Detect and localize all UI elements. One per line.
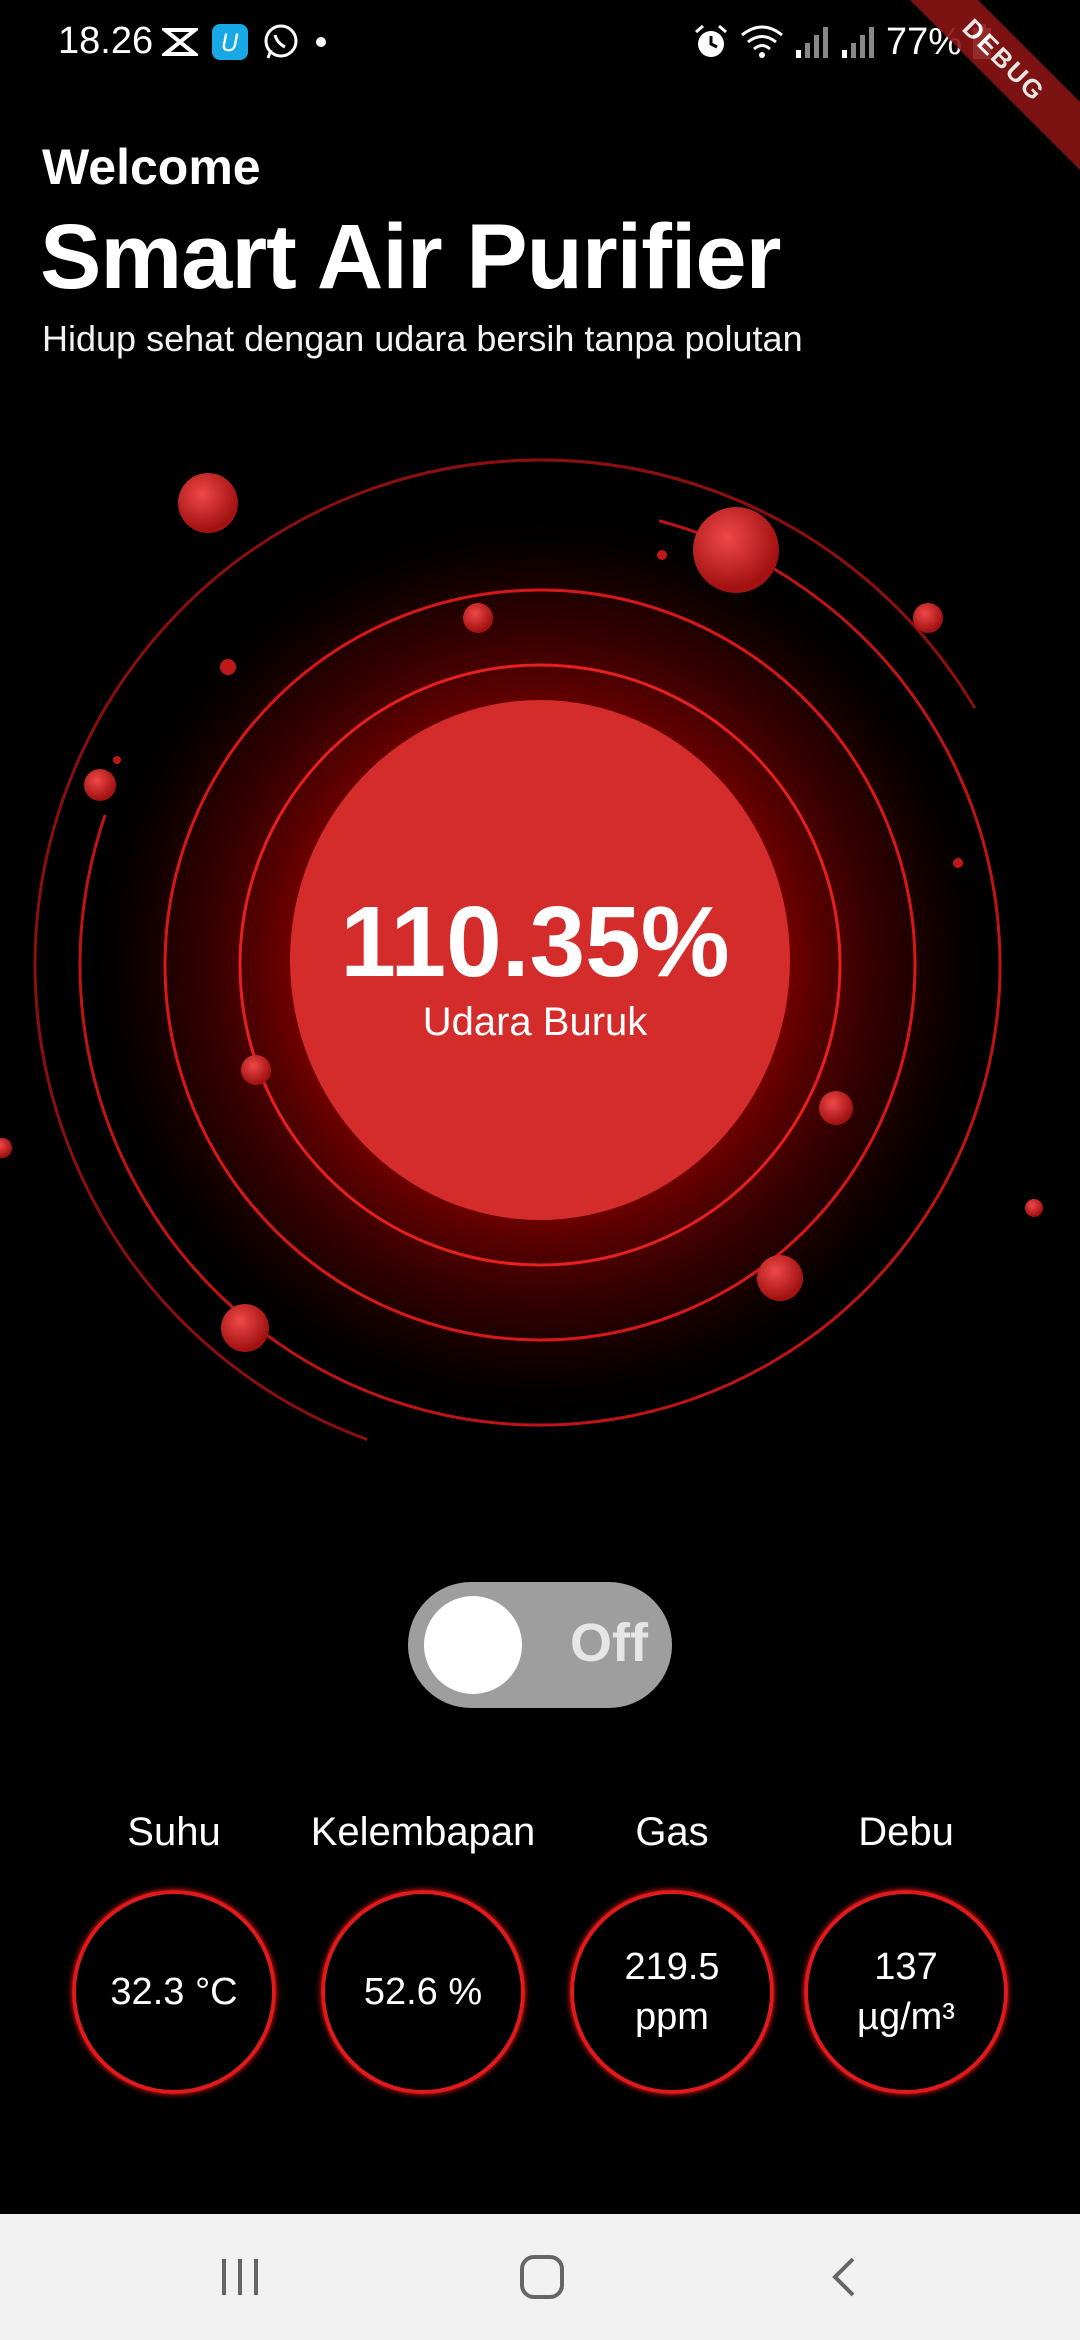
sensor-value-text: 219.5 ppm [624, 1946, 720, 2038]
alarm-icon [694, 24, 727, 57]
u-app-icon: U [212, 24, 248, 60]
svg-text:U: U [221, 29, 239, 57]
air-quality-value: 110.35% [340, 886, 730, 998]
toggle-label: Off [570, 1613, 648, 1673]
signal-icon [841, 27, 874, 58]
sensor-value-text: 32.3 °C [110, 1971, 238, 2013]
home-icon [520, 2255, 564, 2299]
status-time: 18.26 [58, 20, 154, 62]
recent-apps-button[interactable] [200, 2242, 280, 2312]
recent-apps-icon [222, 2259, 258, 2295]
air-quality-gauge: 110.35% Udara Buruk [0, 420, 1080, 1520]
whatsapp-icon [264, 24, 298, 59]
sensor-label-gas: Gas [635, 1810, 709, 1854]
sensor-value-debu: 137 µg/m³ [804, 1890, 1008, 2094]
status-bar: 18.26 U 77% DEBUG [0, 0, 1080, 184]
wifi-icon [741, 25, 783, 58]
sensor-value-kelembapan: 52.6 % [321, 1890, 525, 2094]
sensor-value-text: 137 µg/m³ [857, 1946, 955, 2038]
power-toggle[interactable]: Off [408, 1582, 672, 1708]
back-button[interactable] [804, 2242, 884, 2312]
page-title: Smart Air Purifier [40, 206, 781, 308]
welcome-text: Welcome [42, 139, 261, 195]
toggle-knob[interactable] [424, 1596, 522, 1694]
dot-icon [316, 37, 326, 47]
sensor-label-kelembapan: Kelembapan [310, 1810, 536, 1854]
back-icon [832, 2257, 855, 2297]
sensor-value-gas: 219.5 ppm [570, 1890, 774, 2094]
sensor-label-debu: Debu [858, 1810, 954, 1854]
notification-icons: U [162, 20, 328, 64]
signal-icon [795, 27, 828, 58]
sensor-value-text: 52.6 % [363, 1971, 483, 2013]
home-button[interactable] [502, 2242, 582, 2312]
air-quality-status: Udara Buruk [422, 1000, 648, 1044]
system-nav-bar [0, 2214, 1080, 2340]
sensor-value-suhu: 32.3 °C [72, 1890, 276, 2094]
capcut-icon [162, 28, 198, 56]
sensor-label-suhu: Suhu [127, 1810, 221, 1854]
page-subtitle: Hidup sehat dengan udara bersih tanpa po… [42, 318, 803, 359]
